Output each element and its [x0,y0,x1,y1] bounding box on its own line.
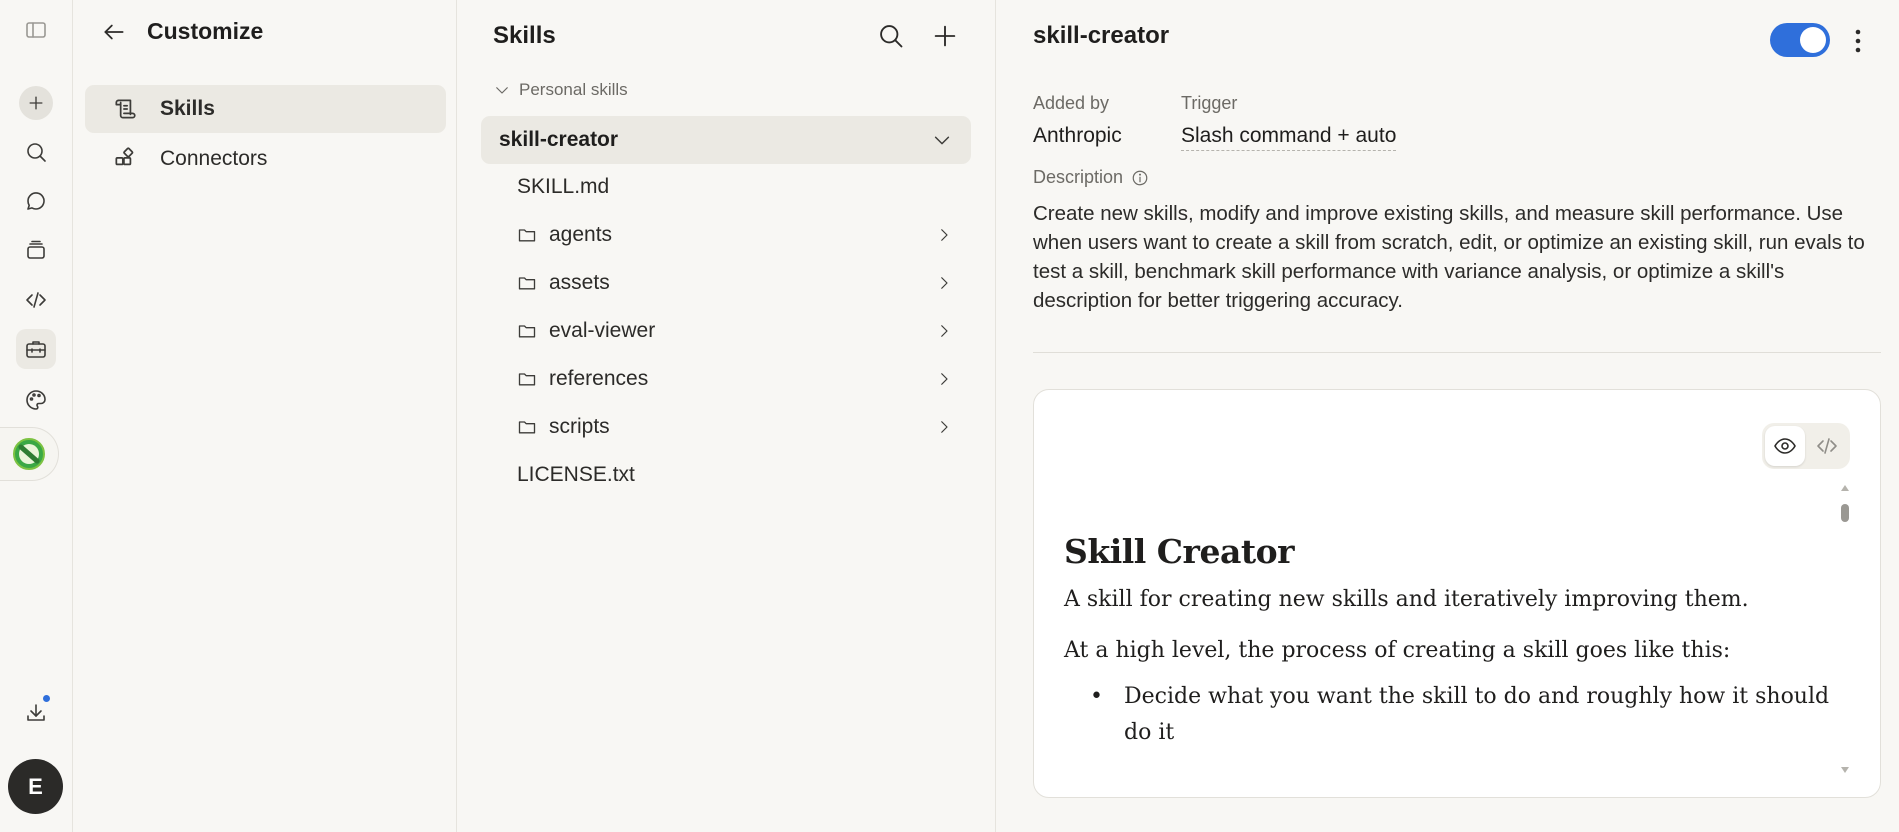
customize-button[interactable] [16,329,56,369]
code-button[interactable] [16,280,56,320]
folder-name: assets [549,271,610,294]
projects-icon [27,240,45,259]
folder-references[interactable]: references [517,357,959,401]
chats-button[interactable] [16,181,56,221]
description-text: Create new skills, modify and improve ex… [1033,202,1865,312]
list-item: Decide what you want the skill to do and… [1090,679,1834,751]
folder-icon [518,325,536,338]
folder-icon [518,421,536,434]
personal-skills-group[interactable]: Personal skills [493,80,628,100]
document-scrollbar[interactable] [1840,484,1850,774]
new-chat-button[interactable] [19,86,53,120]
file-name: SKILL.md [517,175,610,198]
projects-button[interactable] [16,230,56,270]
search-icon [27,143,46,162]
document-body: Skill Creator A skill for creating new s… [1064,532,1834,751]
skill-name: skill-creator [499,128,619,151]
eye-icon [1774,438,1796,454]
document-heading: Skill Creator [1064,532,1294,571]
back-arrow-icon[interactable] [101,19,127,45]
group-label: Personal skills [519,80,628,99]
skill-title: skill-creator [1033,22,1170,49]
scroll-up-icon[interactable] [1840,484,1850,492]
customize-panel: Customize Skills Connectors [73,0,457,832]
skill-detail-panel: skill-creator Added by Anthropic Trigger… [997,0,1899,832]
folder-name: eval-viewer [549,319,656,342]
skill-enabled-toggle[interactable] [1770,23,1830,57]
chevron-right-icon [941,373,948,385]
folder-name: scripts [549,415,610,438]
document-bullet-list: Decide what you want the skill to do and… [1064,679,1834,751]
folder-icon [518,277,536,290]
palette-button[interactable] [16,380,56,420]
avatar-initial: E [28,773,43,799]
customize-title: Customize [147,18,264,44]
scroll-thumb[interactable] [1841,504,1849,522]
folder-icon [518,373,536,386]
search-button[interactable] [16,132,56,172]
code-icon [1817,438,1837,454]
download-icon [27,704,45,721]
file-skill-md[interactable]: SKILL.md [517,165,959,209]
file-license-txt[interactable]: LICENSE.txt [517,453,959,497]
nav-item-label: Skills [160,97,215,120]
description-label: Description [1033,167,1124,187]
trigger-label: Trigger [1181,93,1238,113]
app-logo-icon [13,438,45,470]
folder-scripts[interactable]: scripts [517,405,959,449]
chevron-right-icon [941,229,948,241]
folder-name: references [549,367,649,390]
connectors-icon [115,147,134,166]
add-skill-icon[interactable] [931,22,959,50]
trigger-value[interactable]: Slash command + auto [1181,124,1397,151]
briefcase-icon [26,341,46,358]
chevron-right-icon [941,277,948,289]
info-icon[interactable] [1131,169,1149,187]
file-name: LICENSE.txt [517,463,635,486]
description-header: Description [1033,167,1149,188]
chevron-right-icon [941,325,948,337]
document-intro: A skill for creating new skills and iter… [1064,587,1749,612]
nav-item-label: Connectors [160,147,268,170]
folder-eval-viewer[interactable]: eval-viewer [517,309,959,353]
source-mode-button[interactable] [1807,426,1847,466]
sidebar-toggle-button[interactable] [16,10,56,50]
folder-name: agents [549,223,613,246]
scroll-down-icon[interactable] [1840,766,1850,774]
nav-item-skills[interactable]: Skills [85,85,446,133]
divider [1033,352,1881,353]
preview-mode-button[interactable] [1765,426,1805,466]
folder-icon [518,229,536,242]
skill-row-skill-creator[interactable]: skill-creator [481,116,971,164]
folder-assets[interactable]: assets [517,261,959,305]
notification-dot [41,693,52,704]
folder-agents[interactable]: agents [517,213,959,257]
search-icon[interactable] [877,22,905,50]
customize-header: Customize [101,18,263,45]
chats-icon [27,192,45,210]
view-mode-switch [1762,423,1850,469]
app-logo[interactable] [0,427,59,481]
skills-panel: Skills Personal skills skill-creator SKI… [457,0,996,832]
scroll-icon [115,99,136,119]
chevron-right-icon [941,421,948,433]
palette-icon [26,390,46,410]
icon-rail: E [0,0,73,832]
added-by-value: Anthropic [1033,124,1122,147]
nav-item-connectors[interactable]: Connectors [85,135,446,183]
skills-title: Skills [493,22,556,49]
more-options-icon[interactable] [1854,28,1862,54]
chevron-down-icon [496,87,508,94]
added-by-label: Added by [1033,93,1110,113]
skill-document-preview: Skill Creator A skill for creating new s… [1033,389,1881,798]
avatar[interactable]: E [8,759,63,814]
code-icon [26,292,46,308]
document-lead: At a high level, the process of creating… [1064,638,1731,663]
chevron-down-icon [934,136,950,145]
sidebar-toggle-icon [26,22,46,38]
skills-actions [877,22,959,50]
plus-icon [29,96,43,110]
